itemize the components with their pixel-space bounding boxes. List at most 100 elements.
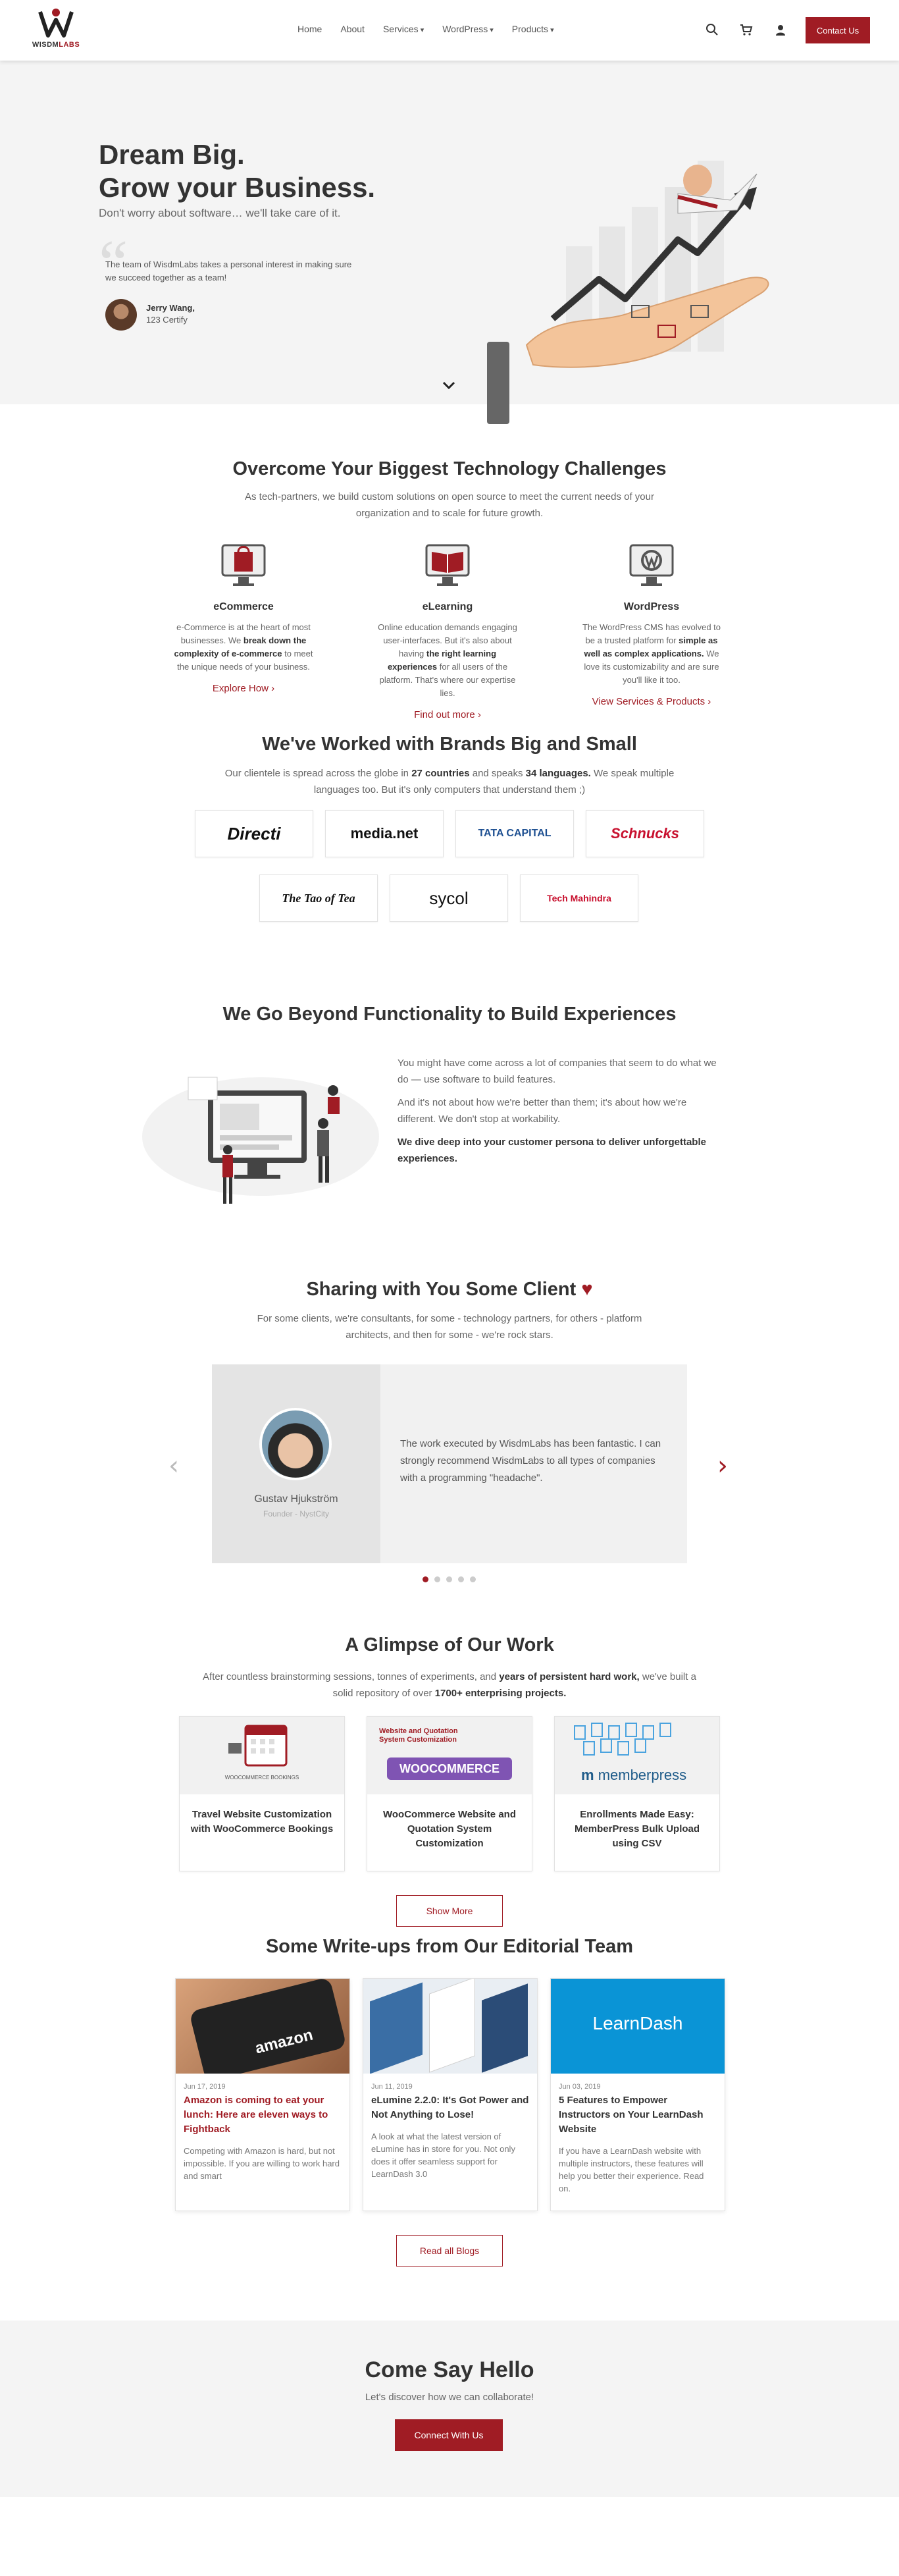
service-ecommerce: eCommerce e-Commerce is at the heart of … (165, 540, 322, 721)
brand-logo-tech-mahindra: Tech Mahindra (520, 874, 638, 922)
memberpress-logo: m memberpress (581, 1767, 687, 1783)
carousel-dot[interactable] (446, 1576, 452, 1582)
user-icon[interactable] (774, 23, 787, 36)
client-photo (259, 1408, 332, 1480)
nav-about[interactable]: About (340, 24, 365, 34)
blog-date: Jun 17, 2019 (184, 2083, 226, 2091)
blog-title-link[interactable]: 5 Features to Empower Instructors on You… (551, 2091, 725, 2137)
blog-date: Jun 11, 2019 (371, 2083, 413, 2091)
show-more-button[interactable]: Show More (396, 1895, 503, 1927)
blog-card[interactable]: LearnDash Jun 03, 2019 5 Features to Emp… (550, 1978, 725, 2211)
service-title: eLearning (422, 601, 473, 612)
brand-logo-directi: Directi (195, 810, 313, 857)
learndash-logo: LearnDash (592, 2013, 683, 2033)
site-header: WISDMLABS Home About Services WordPress … (0, 0, 899, 61)
brands-title: We've Worked with Brands Big and Small (262, 734, 637, 755)
work-title: A Glimpse of Our Work (345, 1634, 554, 1655)
hero-illustration (487, 161, 769, 424)
work-card-title: Enrollments Made Easy: MemberPress Bulk … (574, 1809, 700, 1849)
testimonials-title: Sharing with You Some Client ♥ (306, 1279, 593, 1300)
beyond-title: We Go Beyond Functionality to Build Expe… (222, 1004, 677, 1025)
brand-logo-sycol: sycol (390, 874, 508, 922)
work-card-title: Travel Website Customization with WooCom… (190, 1809, 334, 1835)
service-description: e-Commerce is at the heart of most busin… (174, 622, 313, 672)
brand-logo-tata-capital: TATA CAPITAL (455, 810, 574, 857)
carousel-prev-button[interactable]: ‹ (168, 1453, 179, 1479)
logo-mark-icon (38, 9, 74, 38)
hero-title: Dream Big. Grow your Business. (99, 139, 376, 203)
cart-icon[interactable] (740, 23, 753, 36)
view-services-link[interactable]: View Services & Products (592, 696, 711, 707)
nav-services[interactable]: Services (383, 24, 424, 34)
carousel-dots (423, 1576, 476, 1582)
testimonial-quote: The work executed by WisdmLabs has been … (400, 1438, 661, 1484)
nav-home[interactable]: Home (297, 24, 322, 34)
testimonials-section: Sharing with You Some Client ♥ For some … (0, 1262, 899, 1634)
carousel-dot[interactable] (434, 1576, 440, 1582)
quote-author: Jerry Wang, (146, 303, 195, 313)
carousel-dot[interactable] (423, 1576, 428, 1582)
carousel-dot[interactable] (470, 1576, 476, 1582)
service-elearning: eLearning Online education demands engag… (369, 540, 527, 721)
connect-with-us-button[interactable]: Connect With Us (395, 2419, 503, 2451)
contact-cta-section: Come Say Hello Let's discover how we can… (0, 2321, 899, 2497)
logo-text: WISDMLABS (32, 41, 80, 49)
explore-how-link[interactable]: Explore How (213, 683, 274, 694)
carousel-next-button[interactable]: › (717, 1453, 728, 1479)
brand-logo-tao-of-tea: The Tao of Tea (259, 874, 378, 922)
testimonials-subtitle: For some clients, we're consultants, for… (257, 1313, 642, 1341)
hero-quote: The team of WisdmLabs takes a personal i… (105, 259, 352, 282)
service-wordpress: WordPress The WordPress CMS has evolved … (573, 540, 731, 721)
cta-subtitle: Let's discover how we can collaborate! (365, 2392, 534, 2403)
nav-products[interactable]: Products (512, 24, 554, 34)
service-description: Online education demands engaging user-i… (378, 622, 517, 698)
work-card[interactable]: m memberpress Enrollments Made Easy: Mem… (554, 1716, 720, 1871)
blog-title-link[interactable]: eLumine 2.2.0: It's Got Power and Not An… (363, 2091, 537, 2122)
book-icon (425, 544, 470, 586)
challenges-section: Overcome Your Biggest Technology Challen… (0, 404, 899, 721)
shopping-bag-icon (221, 544, 266, 586)
carousel-dot[interactable] (458, 1576, 464, 1582)
challenges-title: Overcome Your Biggest Technology Challen… (232, 458, 667, 479)
read-all-blogs-button[interactable]: Read all Blogs (396, 2235, 503, 2267)
work-card[interactable]: Website and Quotation System Customizati… (367, 1716, 532, 1871)
blog-date: Jun 03, 2019 (559, 2083, 601, 2091)
woocommerce-logo: WOOCOMMERCE (387, 1758, 512, 1780)
blog-section: Some Write-ups from Our Editorial Team a… (0, 1936, 899, 2321)
blog-card[interactable]: amazon Jun 17, 2019 Amazon is coming to … (175, 1978, 350, 2211)
cta-title: Come Say Hello (365, 2357, 534, 2382)
search-icon[interactable] (706, 23, 719, 36)
blog-card[interactable]: Jun 11, 2019 eLumine 2.2.0: It's Got Pow… (363, 1978, 538, 2211)
header-icons (706, 23, 787, 36)
brands-subtitle: Our clientele is spread across the globe… (224, 768, 675, 795)
hero-section: Dream Big. Grow your Business. Don't worr… (0, 61, 899, 424)
contact-us-button[interactable]: Contact Us (806, 17, 870, 43)
brands-section: We've Worked with Brands Big and Small O… (0, 719, 899, 998)
chevron-down-icon[interactable] (442, 381, 456, 390)
beyond-text: You might have come across a lot of comp… (398, 1055, 727, 1173)
blog-title-link[interactable]: Amazon is coming to eat your lunch: Here… (176, 2091, 349, 2137)
blog-excerpt: A look at what the latest version of eLu… (371, 2132, 515, 2179)
work-section: A Glimpse of Our Work After countless br… (0, 1634, 899, 1936)
client-name: Gustav Hjukström (254, 1493, 338, 1505)
blog-excerpt: Competing with Amazon is hard, but not i… (184, 2146, 340, 2181)
nav-wordpress[interactable]: WordPress (442, 24, 494, 34)
client-role: Founder - NystCity (263, 1509, 330, 1518)
beyond-paragraph: And it's not about how we're better than… (398, 1097, 687, 1125)
blog-title: Some Write-ups from Our Editorial Team (265, 1936, 634, 1957)
service-title: eCommerce (213, 601, 274, 612)
thumb-label: WOOCOMMERCE BOOKINGS (224, 1775, 299, 1781)
brand-logo-medianet: media.net (325, 810, 444, 857)
service-description: The WordPress CMS has evolved to be a tr… (582, 622, 721, 685)
brand-logo-schnucks: Schnucks (586, 810, 704, 857)
logo[interactable]: WISDMLABS (32, 7, 80, 54)
hero-subtitle: Don't worry about software… we'll take c… (99, 207, 341, 219)
avatar (105, 299, 137, 331)
beyond-paragraph: You might have come across a lot of comp… (398, 1058, 717, 1085)
beyond-emphasis: We dive deep into your customer persona … (398, 1137, 706, 1164)
wordpress-icon (629, 544, 674, 586)
quote-company: 123 Certify (146, 315, 188, 325)
thumb-label: Website and Quotation System Customizati… (379, 1727, 458, 1744)
work-card[interactable]: WOOCOMMERCE BOOKINGS Travel Website Cust… (179, 1716, 345, 1871)
beyond-section: We Go Beyond Functionality to Build Expe… (0, 998, 899, 1262)
